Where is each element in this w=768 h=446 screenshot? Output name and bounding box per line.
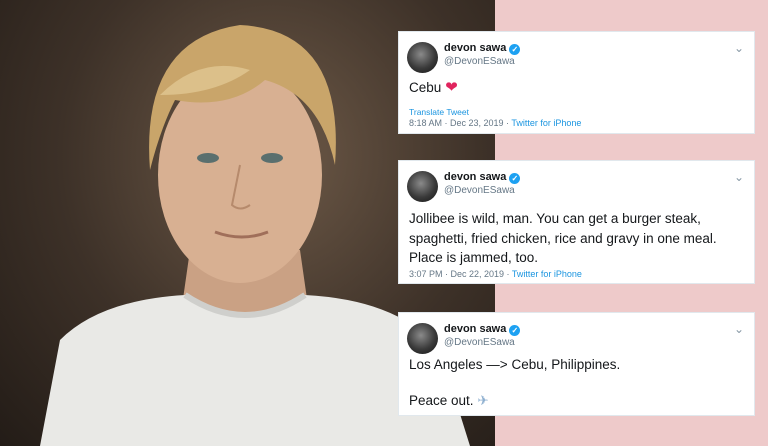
tweet-author-name[interactable]: devon sawa ✓ [444, 323, 521, 336]
translate-tweet-link[interactable]: Translate Tweet [409, 107, 469, 117]
chevron-down-icon[interactable]: ⌄ [734, 170, 744, 184]
chevron-down-icon[interactable]: ⌄ [734, 322, 744, 336]
tweet-text: Cebu ❤ [409, 79, 458, 96]
verified-badge-icon: ✓ [509, 44, 521, 55]
tweet-source[interactable]: Twitter for iPhone [511, 118, 581, 128]
tweet-text-line: Los Angeles —> Cebu, Philippines. [409, 357, 621, 372]
avatar[interactable] [407, 323, 438, 354]
tweet-meta: 3:07 PM · Dec 22, 2019 · Twitter for iPh… [409, 269, 582, 279]
tweet-author-name[interactable]: devon sawa ✓ [444, 42, 521, 55]
tweet-text-line: Peace out. ✈ [409, 392, 489, 408]
tweet-meta: 8:18 AM · Dec 23, 2019 · Twitter for iPh… [409, 118, 581, 128]
verified-badge-icon: ✓ [509, 173, 521, 184]
chevron-down-icon[interactable]: ⌄ [734, 41, 744, 55]
tweet-text: Jollibee is wild, man. You can get a bur… [409, 211, 717, 265]
tweet-source[interactable]: Twitter for iPhone [512, 269, 582, 279]
tweet-author-handle[interactable]: @DevonESawa [444, 337, 515, 348]
tweet-text: Los Angeles —> Cebu, Philippines. Peace … [409, 355, 749, 410]
tweet-card[interactable]: devon sawa ✓ @DevonESawa ⌄ Cebu ❤ Translat… [398, 31, 755, 134]
avatar[interactable] [407, 42, 438, 73]
tweet-author-handle[interactable]: @DevonESawa [444, 185, 515, 196]
airplane-emoji-icon: ✈ [477, 392, 489, 408]
avatar[interactable] [407, 171, 438, 202]
heart-emoji-icon: ❤ [445, 79, 458, 96]
tweet-author-handle[interactable]: @DevonESawa [444, 56, 515, 67]
tweet-card[interactable]: devon sawa ✓ @DevonESawa ⌄ Los Angeles —>… [398, 312, 755, 416]
tweet-author-name[interactable]: devon sawa ✓ [444, 171, 521, 184]
verified-badge-icon: ✓ [509, 325, 521, 336]
tweet-timestamp[interactable]: 8:18 AM · Dec 23, 2019 · [409, 118, 511, 128]
tweet-timestamp[interactable]: 3:07 PM · Dec 22, 2019 · [409, 269, 512, 279]
tweet-card[interactable]: devon sawa ✓ @DevonESawa ⌄ Jollibee is wi… [398, 160, 755, 284]
